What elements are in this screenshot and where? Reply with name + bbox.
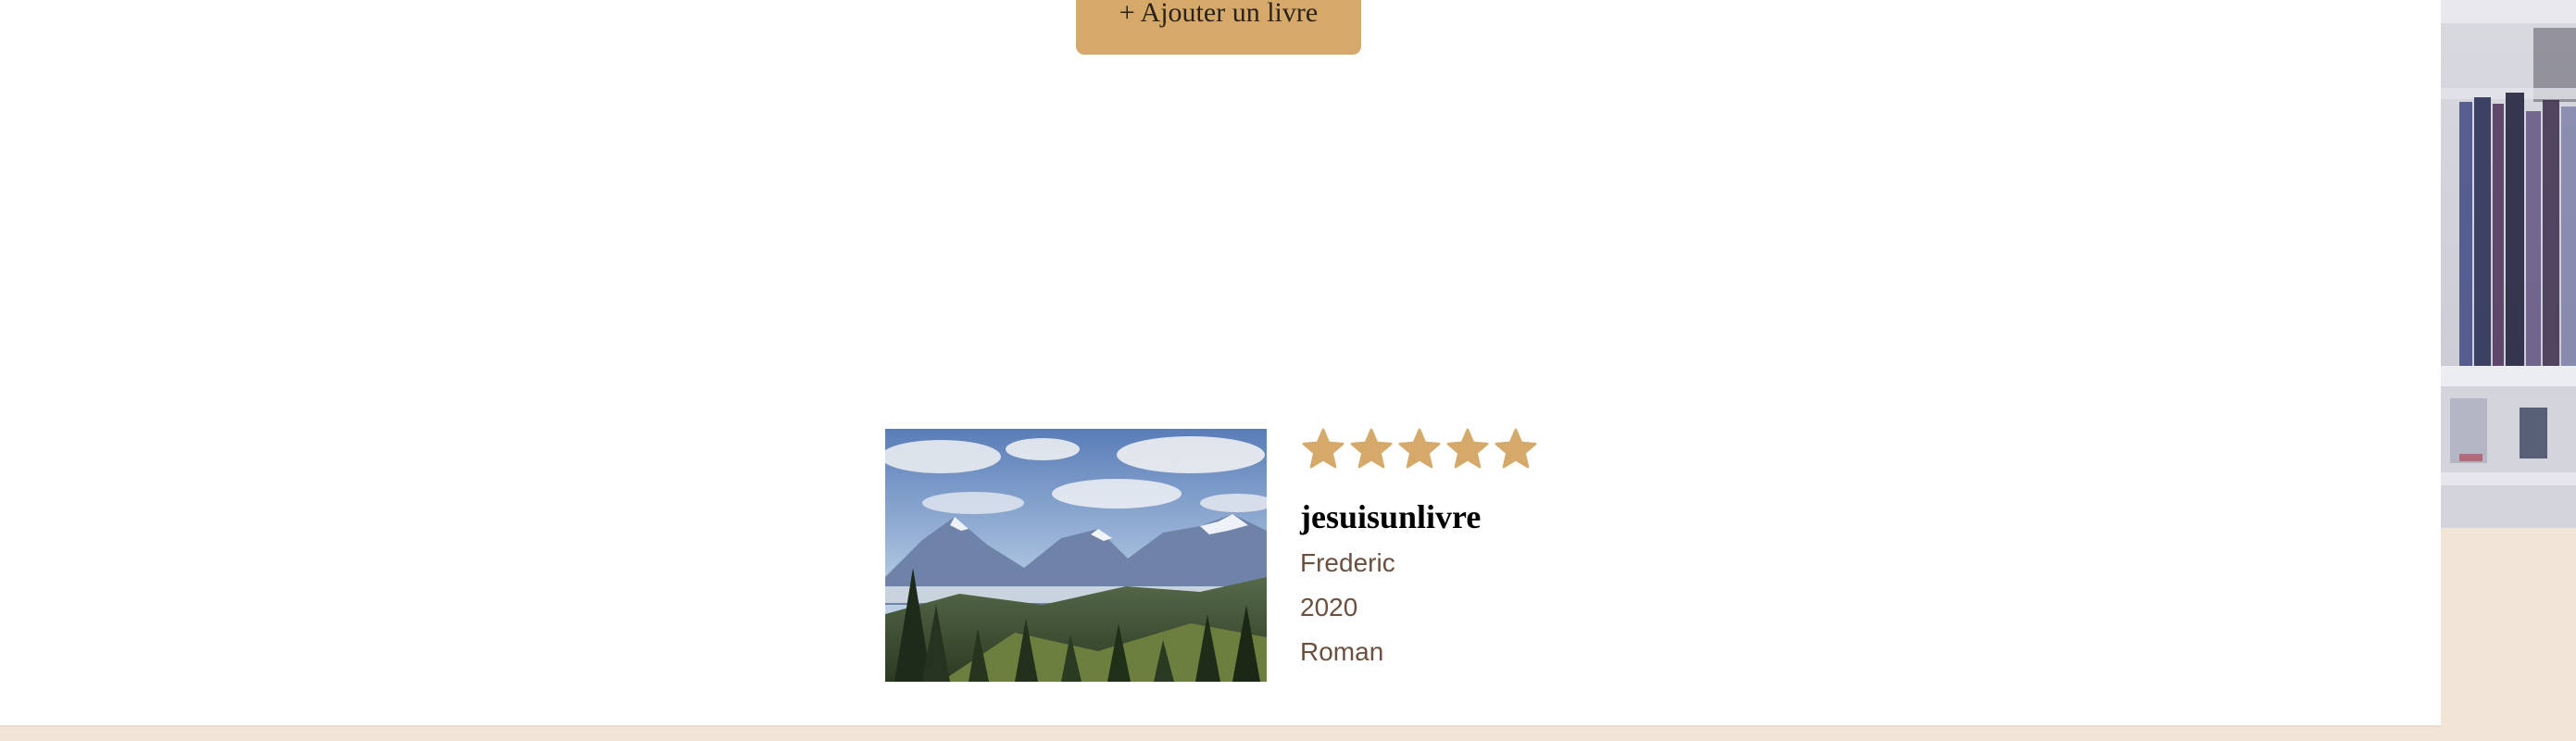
book-author: Frederic bbox=[1300, 548, 1395, 577]
star-icon bbox=[1398, 428, 1441, 469]
star-icon bbox=[1494, 428, 1537, 469]
star-icon bbox=[1302, 428, 1344, 469]
book-info: jesuisunlivre Frederic 2020 Roman bbox=[1300, 422, 1578, 674]
book-genre: Roman bbox=[1300, 637, 1384, 666]
bookshelf-image bbox=[2441, 0, 2576, 528]
star-rating bbox=[1300, 422, 1578, 476]
book-title[interactable]: jesuisunlivre bbox=[1300, 498, 1578, 535]
add-book-button[interactable]: + Ajouter un livre bbox=[1076, 0, 1361, 55]
main-panel: + Ajouter un livre jesuisunlivre Frederi… bbox=[0, 0, 2441, 725]
footer-bar bbox=[0, 725, 2441, 741]
book-cover-image[interactable] bbox=[885, 429, 1267, 682]
book-card[interactable]: jesuisunlivre Frederic 2020 Roman bbox=[885, 411, 1570, 689]
star-icon bbox=[1446, 428, 1489, 469]
right-side-panel bbox=[2441, 0, 2576, 741]
star-icon bbox=[1350, 428, 1393, 469]
book-year: 2020 bbox=[1300, 593, 1358, 622]
